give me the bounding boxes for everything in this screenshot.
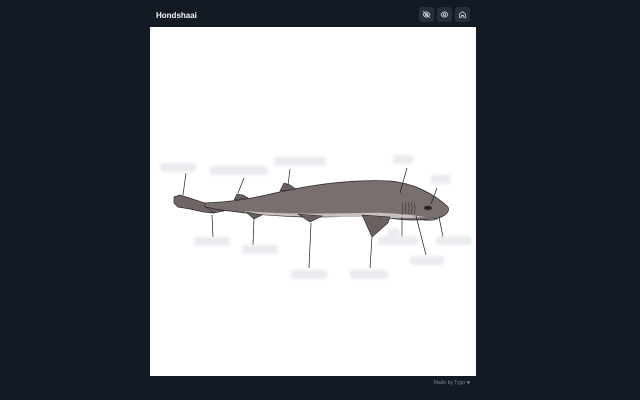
blurred-label[interactable] bbox=[431, 175, 451, 184]
blurred-label[interactable] bbox=[410, 256, 444, 265]
show-labels-button[interactable] bbox=[437, 7, 452, 22]
heart-icon: ♥ bbox=[467, 380, 470, 386]
blurred-label[interactable] bbox=[210, 166, 268, 175]
page-title: Hondshaai bbox=[156, 10, 197, 20]
shark-eye bbox=[424, 205, 432, 211]
home-icon bbox=[458, 11, 467, 18]
app-window: Hondshaai bbox=[150, 4, 476, 376]
eye-icon bbox=[440, 11, 449, 18]
blurred-label[interactable] bbox=[242, 245, 278, 254]
credit-text: Made by Tygo bbox=[433, 380, 466, 386]
toolbar bbox=[419, 7, 470, 22]
eye-off-icon bbox=[422, 10, 431, 19]
shark-illustration bbox=[173, 180, 449, 238]
blurred-label[interactable] bbox=[388, 228, 400, 237]
pectoral-fin bbox=[361, 214, 391, 238]
diagram-canvas bbox=[150, 27, 476, 376]
blurred-label[interactable] bbox=[160, 163, 196, 172]
footer-credit: Made by Tygo ♥ bbox=[434, 380, 470, 386]
header-bar: Hondshaai bbox=[150, 4, 476, 26]
blurred-label[interactable] bbox=[436, 236, 472, 245]
hide-labels-button[interactable] bbox=[419, 7, 434, 22]
shark-diagram bbox=[173, 167, 449, 269]
home-button[interactable] bbox=[455, 7, 470, 22]
blurred-label[interactable] bbox=[393, 155, 413, 164]
blurred-label[interactable] bbox=[194, 237, 230, 246]
blurred-label[interactable] bbox=[350, 270, 388, 279]
blurred-label[interactable] bbox=[378, 236, 418, 245]
blurred-label[interactable] bbox=[274, 157, 326, 166]
blurred-label[interactable] bbox=[291, 270, 327, 279]
